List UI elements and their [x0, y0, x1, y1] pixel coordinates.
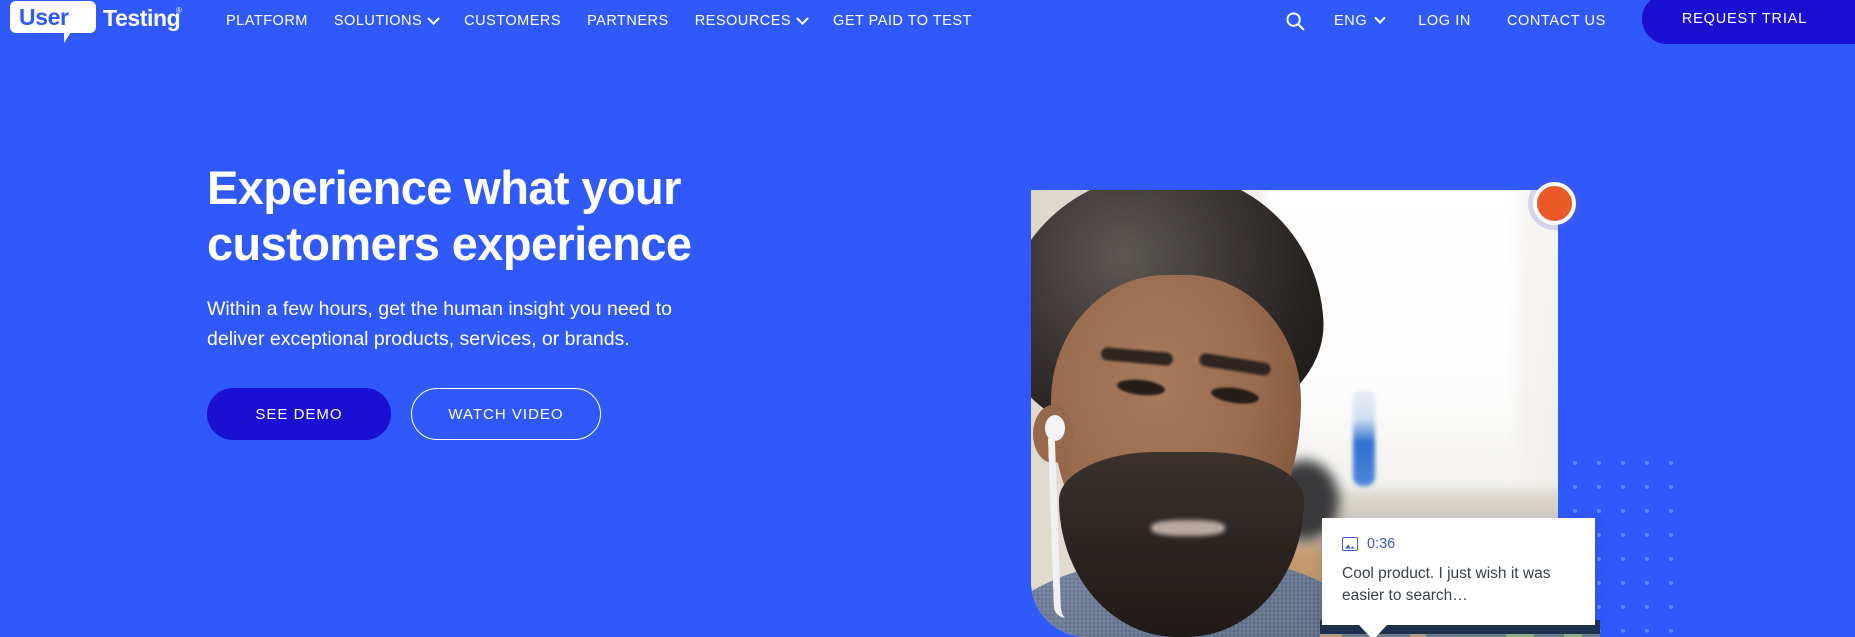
page-title: Experience what your customers experienc… [207, 160, 827, 272]
see-demo-button[interactable]: SEE DEMO [207, 388, 391, 440]
logo-bubble-tail [64, 32, 78, 43]
chevron-down-icon [1374, 12, 1386, 24]
comment-timestamp: 0:36 [1367, 536, 1396, 552]
hero-subheading: Within a few hours, get the human insigh… [207, 298, 673, 350]
comment-text: Cool product. I just wish it was easier … [1342, 565, 1551, 604]
nav-item-partners[interactable]: PARTNERS [574, 0, 682, 42]
logo-registered-mark: ® [176, 6, 182, 15]
nav-item-resources[interactable]: RESOURCES [682, 0, 820, 42]
nav-item-label: CUSTOMERS [464, 13, 562, 29]
nav-item-customers[interactable]: CUSTOMERS [451, 0, 574, 42]
nav-item-label: GET PAID TO TEST [833, 13, 972, 29]
nav-item-label: RESOURCES [694, 13, 792, 29]
usertesting-logo[interactable]: User Testing ® [10, 1, 182, 43]
hero-copy-block: Experience what your customers experienc… [207, 160, 827, 440]
nav-item-label: PLATFORM [226, 13, 308, 29]
watch-video-button[interactable]: WATCH VIDEO [411, 388, 601, 440]
comment-meta: 0:36 [1342, 536, 1575, 552]
language-selector-label: ENG [1334, 13, 1368, 29]
logo-text-user: User [19, 4, 69, 30]
photo-mouth [1151, 520, 1225, 536]
search-button[interactable] [1278, 0, 1312, 42]
chevron-down-icon [796, 11, 809, 25]
utility-nav: ENG LOG IN CONTACT US REQUEST TRIAL [1278, 0, 1855, 44]
video-comment-card: 0:36 Cool product. I just wish it was ea… [1322, 518, 1595, 625]
headline-line-1: Experience what your [207, 161, 681, 214]
nav-item-platform[interactable]: PLATFORM [213, 0, 321, 42]
nav-item-get-paid-to-test[interactable]: GET PAID TO TEST [820, 0, 985, 42]
contact-us-link[interactable]: CONTACT US [1507, 13, 1606, 29]
request-trial-button[interactable]: REQUEST TRIAL [1641, 0, 1855, 44]
headline-line-2: customers experience [207, 217, 692, 270]
language-selector[interactable]: ENG [1334, 12, 1386, 29]
comment-card-tail [1359, 625, 1387, 637]
photo-water-bottle [1353, 390, 1375, 486]
primary-nav-links: PLATFORM SOLUTIONS CUSTOMERS PARTNERS RE… [213, 0, 985, 42]
logo-text-testing: Testing [103, 5, 181, 31]
record-indicator-dot [1533, 182, 1576, 225]
top-navigation-bar: User Testing ® PLATFORM SOLUTIONS CUSTOM… [0, 0, 1855, 44]
search-icon [1286, 12, 1305, 31]
video-thumbnail-icon [1342, 537, 1358, 551]
nav-item-label: PARTNERS [587, 13, 669, 29]
chevron-down-icon [427, 11, 441, 25]
login-link[interactable]: LOG IN [1418, 13, 1471, 29]
nav-item-solutions[interactable]: SOLUTIONS [321, 0, 451, 42]
nav-item-label: SOLUTIONS [333, 13, 423, 29]
hero-cta-row: SEE DEMO WATCH VIDEO [207, 388, 827, 440]
